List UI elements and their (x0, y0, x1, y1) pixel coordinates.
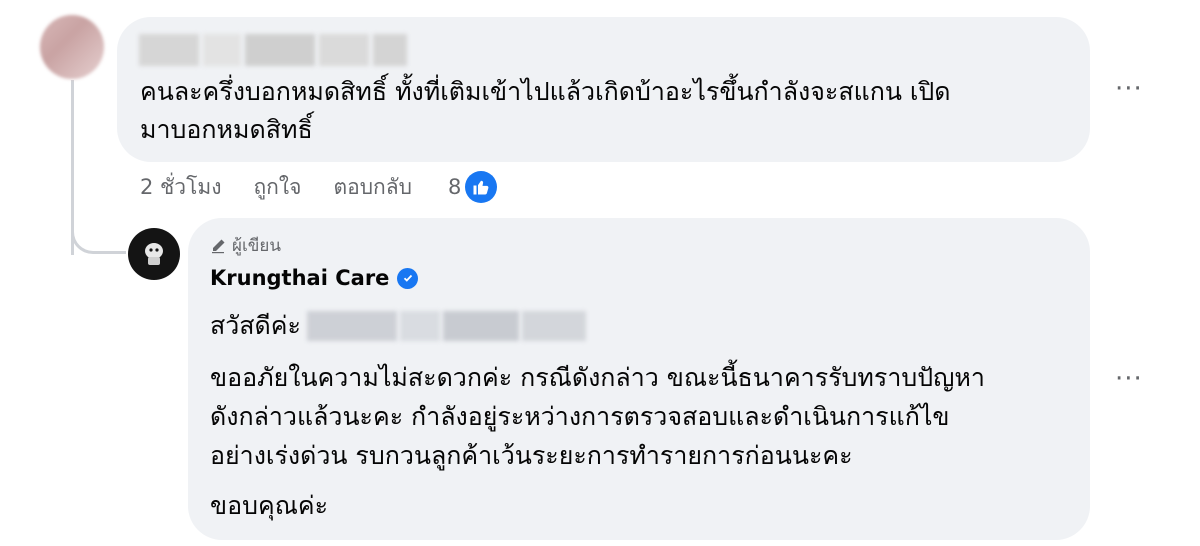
comment-timestamp[interactable]: 2 ชั่วโมง (140, 171, 221, 204)
redacted-block (306, 311, 397, 341)
reply-text: ขออภัยในความไม่สะดวกค่ะ กรณีดังกล่าว ขณะ… (210, 358, 1060, 475)
reply-text-line: ขออภัยในความไม่สะดวกค่ะ กรณีดังกล่าว ขณะ… (210, 363, 985, 392)
like-button[interactable]: ถูกใจ (253, 171, 301, 204)
author-tag: ผู้เขียน (210, 232, 281, 259)
reply-button[interactable]: ตอบกลับ (333, 171, 412, 204)
redacted-block (245, 34, 315, 66)
redacted-block (319, 34, 369, 66)
comment-actions: 2 ชั่วโมง ถูกใจ ตอบกลับ 8 (140, 168, 498, 206)
more-options-icon[interactable]: ··· (1115, 76, 1143, 102)
reply-text-line: ดังกล่าวแล้วนะคะ กำลังอยู่ระหว่างการตรวจ… (210, 402, 950, 431)
comment-text: คนละครึ่งบอกหมดสิทธิ์ ทั้งที่เติมเข้าไปแ… (140, 73, 1060, 149)
thread-branch-end (114, 251, 126, 254)
redacted-block (399, 311, 440, 341)
redacted-block (521, 311, 586, 341)
page-name-label[interactable]: Krungthai Care (210, 266, 389, 290)
reply-greeting: สวัสดีค่ะ (210, 306, 586, 346)
comment-thread: คนละครึ่งบอกหมดสิทธิ์ ทั้งที่เติมเข้าไปแ… (0, 0, 1200, 546)
pencil-icon (210, 238, 226, 254)
like-count[interactable]: 8 (448, 175, 461, 199)
page-name: Krungthai Care (210, 266, 419, 290)
reply-bubble: ผู้เขียน Krungthai Care สวัสดีค่ะ ขออภัย… (188, 218, 1090, 540)
redacted-block (442, 311, 519, 341)
customer-name-redacted (306, 311, 586, 341)
reply-text-line: อย่างเร่งด่วน รบกวนลูกค้าเว้นระยะการทำรา… (210, 441, 853, 470)
page-avatar[interactable] (128, 228, 180, 280)
redacted-block (203, 34, 241, 66)
verified-badge-icon (397, 267, 419, 289)
redacted-block (373, 34, 407, 66)
comment-text-line: มาบอกหมดสิทธิ์ (140, 115, 313, 144)
comment-text-line: คนละครึ่งบอกหมดสิทธิ์ ทั้งที่เติมเข้าไปแ… (140, 77, 951, 106)
thread-branch (71, 222, 115, 254)
more-options-icon[interactable]: ··· (1115, 366, 1143, 392)
reply-thanks: ขอบคุณค่ะ (210, 491, 329, 520)
comment-bubble: คนละครึ่งบอกหมดสิทธิ์ ทั้งที่เติมเข้าไปแ… (117, 17, 1090, 162)
commenter-avatar[interactable] (40, 15, 104, 79)
redacted-block (139, 34, 199, 66)
greeting-text: สวัสดีค่ะ (210, 311, 301, 340)
author-tag-label: ผู้เขียน (232, 236, 281, 256)
thumbs-up-icon[interactable] (465, 171, 498, 203)
commenter-name-redacted[interactable] (139, 34, 407, 66)
